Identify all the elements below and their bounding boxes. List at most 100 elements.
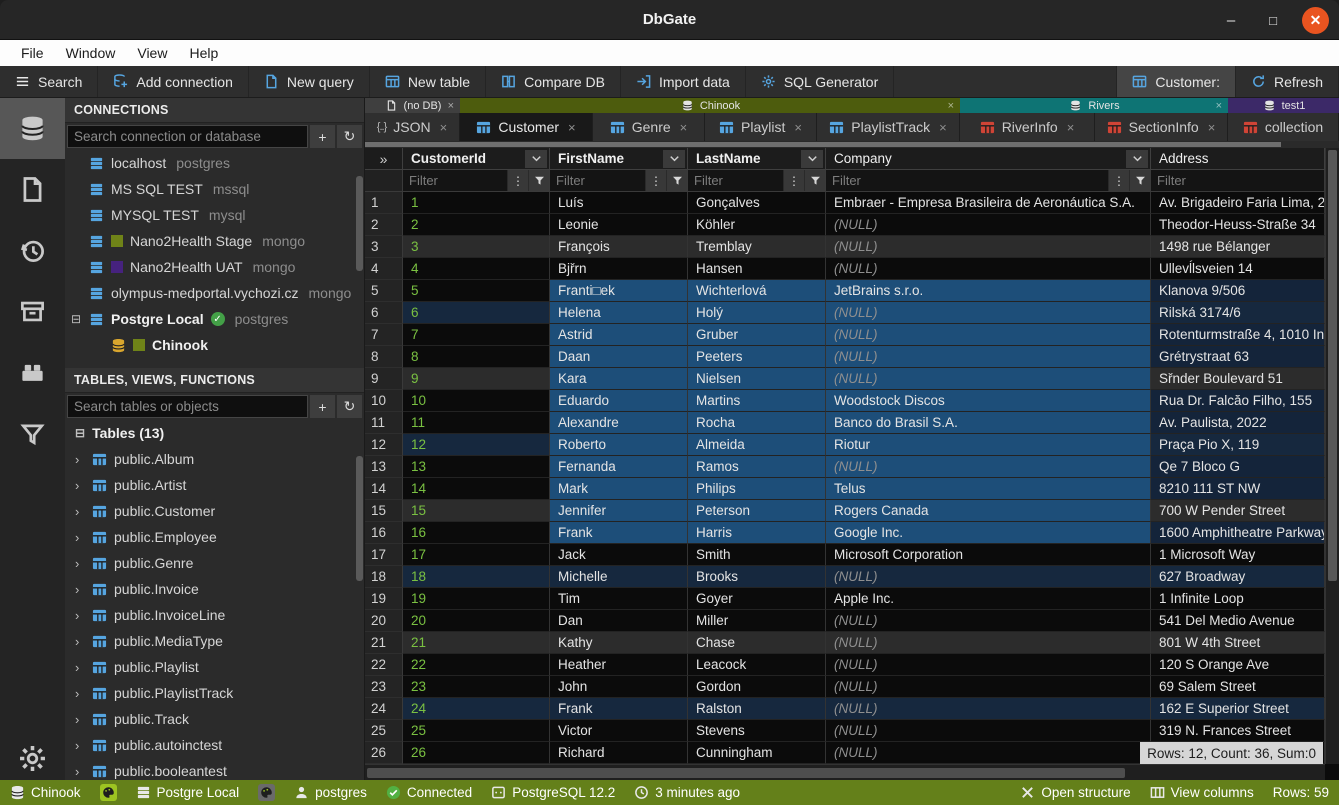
- cell-address[interactable]: Rotenturmstraße 4, 1010 Innere Stadt: [1151, 324, 1325, 346]
- cell-company[interactable]: (NULL): [826, 632, 1151, 654]
- row-number[interactable]: 23: [365, 676, 403, 698]
- toolbar-button-sql-generator[interactable]: SQL Generator: [746, 66, 894, 97]
- cell-customerid[interactable]: 23: [403, 676, 550, 698]
- cell-firstname[interactable]: Eduardo: [550, 390, 688, 412]
- cell-address[interactable]: Klanova 9/506: [1151, 280, 1325, 302]
- column-menu-icon[interactable]: [525, 150, 547, 168]
- cell-company[interactable]: (NULL): [826, 654, 1151, 676]
- cell-customerid[interactable]: 14: [403, 478, 550, 500]
- toolbar-button-new-table[interactable]: New table: [370, 66, 486, 97]
- connections-scrollbar[interactable]: [356, 176, 363, 271]
- chevron-right-icon[interactable]: ›: [75, 478, 85, 493]
- cell-customerid[interactable]: 12: [403, 434, 550, 456]
- table-item-public-employee[interactable]: ›public.Employee: [65, 524, 364, 550]
- cell-customerid[interactable]: 7: [403, 324, 550, 346]
- cell-lastname[interactable]: Gonçalves: [688, 192, 826, 214]
- cell-customerid[interactable]: 21: [403, 632, 550, 654]
- cell-address[interactable]: 541 Del Medio Avenue: [1151, 610, 1325, 632]
- refresh-tables-icon[interactable]: ↻: [337, 395, 362, 418]
- statusbar-open-structure[interactable]: Open structure: [1020, 785, 1130, 800]
- cell-address[interactable]: Rua Dr. Falcăo Filho, 155: [1151, 390, 1325, 412]
- cell-address[interactable]: 801 W 4th Street: [1151, 632, 1325, 654]
- cell-firstname[interactable]: Astrid: [550, 324, 688, 346]
- cell-lastname[interactable]: Rocha: [688, 412, 826, 434]
- rail-item-filter[interactable]: [0, 403, 65, 464]
- cell-lastname[interactable]: Holý: [688, 302, 826, 324]
- cell-firstname[interactable]: Mark: [550, 478, 688, 500]
- table-item-public-genre[interactable]: ›public.Genre: [65, 550, 364, 576]
- cell-firstname[interactable]: Michelle: [550, 566, 688, 588]
- cell-company[interactable]: (NULL): [826, 258, 1151, 280]
- table-item-public-album[interactable]: ›public.Album: [65, 446, 364, 472]
- rail-item-plugins[interactable]: [0, 342, 65, 403]
- cell-address[interactable]: Ullevĺlsveien 14: [1151, 258, 1325, 280]
- toolbar-button-compare-db[interactable]: Compare DB: [486, 66, 621, 97]
- rail-item-database[interactable]: [0, 98, 65, 159]
- column-header-lastname[interactable]: LastName: [688, 148, 826, 170]
- tab-riverinfo[interactable]: RiverInfo×: [960, 113, 1095, 141]
- cell-customerid[interactable]: 1: [403, 192, 550, 214]
- menu-view[interactable]: View: [126, 40, 178, 66]
- row-number[interactable]: 6: [365, 302, 403, 324]
- chevron-right-icon[interactable]: ›: [75, 660, 85, 675]
- cell-customerid[interactable]: 6: [403, 302, 550, 324]
- statusbar-rows-59[interactable]: Rows: 59: [1273, 785, 1329, 800]
- grid-expand-all-button[interactable]: »: [365, 148, 403, 170]
- rail-item-history[interactable]: [0, 220, 65, 281]
- cell-lastname[interactable]: Gordon: [688, 676, 826, 698]
- row-number[interactable]: 12: [365, 434, 403, 456]
- filter-menu-icon[interactable]: ⋮: [1108, 170, 1129, 191]
- row-number[interactable]: 19: [365, 588, 403, 610]
- cell-company[interactable]: (NULL): [826, 566, 1151, 588]
- close-button[interactable]: ✕: [1302, 7, 1329, 34]
- table-item-public-booleantest[interactable]: ›public.booleantest: [65, 758, 364, 780]
- cell-company[interactable]: Banco do Brasil S.A.: [826, 412, 1151, 434]
- cell-firstname[interactable]: Fernanda: [550, 456, 688, 478]
- row-number[interactable]: 11: [365, 412, 403, 434]
- cell-lastname[interactable]: Wichterlová: [688, 280, 826, 302]
- close-tab-icon[interactable]: ×: [680, 120, 688, 135]
- cell-company[interactable]: (NULL): [826, 720, 1151, 742]
- row-number[interactable]: 18: [365, 566, 403, 588]
- row-number[interactable]: 13: [365, 456, 403, 478]
- tab-playlisttrack[interactable]: PlaylistTrack×: [817, 113, 960, 141]
- collapse-icon[interactable]: ⊟: [75, 426, 85, 440]
- tab-playlist[interactable]: Playlist×: [705, 113, 817, 141]
- toolbar-button-import-data[interactable]: Import data: [621, 66, 746, 97]
- cell-lastname[interactable]: Philips: [688, 478, 826, 500]
- cell-customerid[interactable]: 26: [403, 742, 550, 764]
- maximize-button[interactable]: □: [1260, 7, 1286, 33]
- rail-item-file[interactable]: [0, 159, 65, 220]
- column-menu-icon[interactable]: [663, 150, 685, 168]
- theme-palette-icon[interactable]: [100, 784, 117, 801]
- column-header-customerid[interactable]: CustomerId: [403, 148, 550, 170]
- cell-lastname[interactable]: Brooks: [688, 566, 826, 588]
- filter-funnel-icon[interactable]: [528, 170, 549, 191]
- cell-address[interactable]: 120 S Orange Ave: [1151, 654, 1325, 676]
- cell-customerid[interactable]: 4: [403, 258, 550, 280]
- cell-company[interactable]: (NULL): [826, 368, 1151, 390]
- column-header-company[interactable]: Company: [826, 148, 1151, 170]
- cell-firstname[interactable]: Franti□ek: [550, 280, 688, 302]
- column-header-address[interactable]: Address: [1151, 148, 1325, 170]
- cell-address[interactable]: Qe 7 Bloco G: [1151, 456, 1325, 478]
- row-number[interactable]: 22: [365, 654, 403, 676]
- chevron-right-icon[interactable]: ›: [75, 738, 85, 753]
- chevron-right-icon[interactable]: ›: [75, 764, 85, 779]
- row-number[interactable]: 14: [365, 478, 403, 500]
- chevron-right-icon[interactable]: ›: [75, 712, 85, 727]
- row-number[interactable]: 15: [365, 500, 403, 522]
- table-item-public-invoice[interactable]: ›public.Invoice: [65, 576, 364, 602]
- grid-vertical-scrollbar[interactable]: [1325, 148, 1339, 764]
- cell-customerid[interactable]: 3: [403, 236, 550, 258]
- cell-address[interactable]: 1 Microsoft Way: [1151, 544, 1325, 566]
- cell-address[interactable]: 162 E Superior Street: [1151, 698, 1325, 720]
- row-number[interactable]: 8: [365, 346, 403, 368]
- close-group-icon[interactable]: ×: [1216, 100, 1222, 112]
- cell-firstname[interactable]: Tim: [550, 588, 688, 610]
- cell-lastname[interactable]: Almeida: [688, 434, 826, 456]
- row-number[interactable]: 2: [365, 214, 403, 236]
- cell-lastname[interactable]: Miller: [688, 610, 826, 632]
- toolbar-button-search[interactable]: Search: [0, 66, 98, 97]
- row-number[interactable]: 1: [365, 192, 403, 214]
